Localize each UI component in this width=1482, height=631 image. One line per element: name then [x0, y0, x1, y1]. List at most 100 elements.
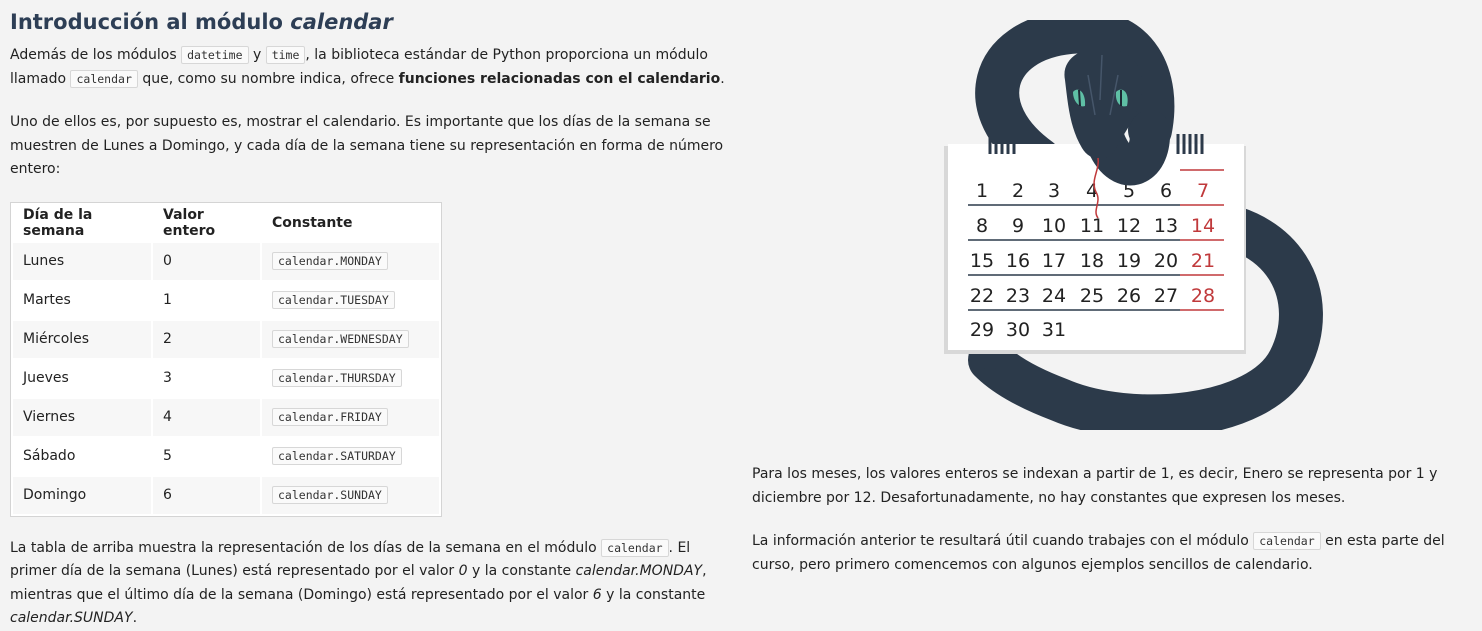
day-number: 31 [1042, 319, 1066, 341]
para3-em-2: calendar.MONDAY [575, 563, 703, 579]
day-number-sunday: 14 [1191, 215, 1215, 237]
cell-value: 6 [153, 476, 260, 514]
day-number: 20 [1154, 250, 1178, 272]
table-row: Miércoles 2 calendar.WEDNESDAY [13, 320, 439, 358]
day-number-sunday: 28 [1191, 285, 1215, 307]
cell-value: 4 [153, 398, 260, 436]
day-number: 9 [1012, 215, 1024, 237]
day-number-sunday: 7 [1197, 180, 1209, 202]
closing-paragraph: La información anterior te resultará úti… [752, 530, 1462, 577]
cell-day: Viernes [13, 398, 151, 436]
header-constant: Constante [272, 214, 353, 231]
cell-value: 1 [153, 281, 260, 319]
day-number: 13 [1154, 215, 1178, 237]
snake-calendar-illustration: 1 2 3 4 5 6 7 8 9 10 11 12 13 14 15 16 1… [930, 9, 1330, 439]
weekday-paragraph: Uno de ellos es, por supuesto es, mostra… [10, 114, 724, 177]
constant-code: calendar.MONDAY [272, 252, 388, 270]
day-number: 22 [970, 285, 994, 307]
day-number: 23 [1006, 285, 1030, 307]
cell-constant: calendar.TUESDAY [262, 281, 439, 319]
day-number: 24 [1042, 285, 1066, 307]
table-row: Jueves 3 calendar.THURSDAY [13, 359, 439, 397]
title-text: Introducción al módulo [10, 10, 291, 34]
cell-day: Martes [13, 281, 151, 319]
cell-day: Jueves [13, 359, 151, 397]
constant-code: calendar.FRIDAY [272, 408, 388, 426]
page-title: Introducción al módulo calendar [10, 8, 730, 36]
day-number: 11 [1080, 215, 1104, 237]
para3-em-4: calendar.SUNDAY [10, 610, 133, 626]
weekday-table-container: Día de la semana Valor entero Constante … [10, 201, 442, 517]
day-number: 3 [1048, 180, 1060, 202]
table-row: Sábado 5 calendar.SATURDAY [13, 437, 439, 475]
day-number: 8 [976, 215, 988, 237]
constant-code: calendar.TUESDAY [272, 291, 395, 309]
cell-value: 2 [153, 320, 260, 358]
cell-value: 0 [153, 242, 260, 280]
intro-text-2: y [248, 47, 266, 63]
cell-constant: calendar.SATURDAY [262, 437, 439, 475]
cell-constant: calendar.WEDNESDAY [262, 320, 439, 358]
day-number: 12 [1117, 215, 1141, 237]
code-time: time [265, 46, 306, 64]
para3-text-6: . [132, 610, 138, 626]
cell-day: Miércoles [13, 320, 151, 358]
table-explanation-paragraph: La tabla de arriba muestra la representa… [10, 537, 730, 631]
day-number: 25 [1080, 285, 1104, 307]
intro-text-1: Además de los módulos [10, 47, 182, 63]
day-number: 2 [1012, 180, 1024, 202]
table-row: Martes 1 calendar.TUESDAY [13, 281, 439, 319]
constant-code: calendar.WEDNESDAY [272, 330, 409, 348]
cell-day: Domingo [13, 476, 151, 514]
day-number: 6 [1160, 180, 1172, 202]
para3-text-5: y la constante [601, 586, 706, 603]
header-day: Día de la semana [23, 206, 93, 239]
day-number: 1 [976, 180, 988, 202]
cell-constant: calendar.SUNDAY [262, 476, 439, 514]
day-number: 16 [1006, 250, 1030, 272]
para3-em-3: 6 [592, 586, 602, 603]
day-number-sunday: 21 [1191, 250, 1215, 272]
table-row: Lunes 0 calendar.MONDAY [13, 242, 439, 280]
para5-text-1: La información anterior te resultará úti… [752, 533, 1254, 549]
weekday-table: Día de la semana Valor entero Constante … [11, 203, 441, 516]
table-row: Viernes 4 calendar.FRIDAY [13, 398, 439, 436]
intro-text-4: que, como su nombre indica, ofrece [137, 70, 399, 87]
intro-paragraph: Además de los módulos datetime y time, l… [10, 44, 730, 91]
code-calendar: calendar [70, 69, 138, 88]
cell-day: Sábado [13, 437, 151, 475]
cell-value: 3 [153, 359, 260, 397]
header-value: Valor entero [163, 206, 216, 239]
cell-constant: calendar.MONDAY [262, 242, 439, 280]
intro-text-5: . [720, 70, 725, 87]
code-datetime: datetime [181, 46, 249, 64]
cell-day: Lunes [13, 242, 151, 280]
day-number: 27 [1154, 285, 1178, 307]
day-number: 10 [1042, 215, 1066, 237]
para3-text-3: y la constante [467, 563, 576, 579]
right-column: Para los meses, los valores enteros se i… [752, 463, 1462, 577]
constant-code: calendar.THURSDAY [272, 369, 402, 387]
day-number: 30 [1006, 319, 1030, 341]
code-calendar: calendar [1253, 532, 1321, 550]
day-number: 18 [1080, 250, 1104, 272]
table-header-row: Día de la semana Valor entero Constante [13, 205, 439, 241]
snake-calendar-svg: 1 2 3 4 5 6 7 8 9 10 11 12 13 14 15 16 1… [944, 9, 1323, 439]
left-column: Introducción al módulo calendar Además d… [10, 0, 730, 631]
intro-bold: funciones relacionadas con el calendario [398, 70, 721, 87]
constant-code: calendar.SATURDAY [272, 447, 402, 465]
para3-em-1: 0 [458, 563, 468, 579]
cell-value: 5 [153, 437, 260, 475]
months-paragraph: Para los meses, los valores enteros se i… [752, 466, 1438, 506]
day-number: 15 [970, 250, 994, 272]
code-calendar: calendar [601, 538, 669, 557]
para3-text-1: La tabla de arriba muestra la representa… [10, 539, 602, 556]
day-number: 19 [1117, 250, 1141, 272]
constant-code: calendar.SUNDAY [272, 486, 388, 504]
cell-constant: calendar.THURSDAY [262, 359, 439, 397]
day-number: 29 [970, 319, 994, 341]
day-number: 26 [1117, 285, 1141, 307]
cell-constant: calendar.FRIDAY [262, 398, 439, 436]
day-number: 17 [1042, 250, 1066, 272]
table-row: Domingo 6 calendar.SUNDAY [13, 476, 439, 514]
